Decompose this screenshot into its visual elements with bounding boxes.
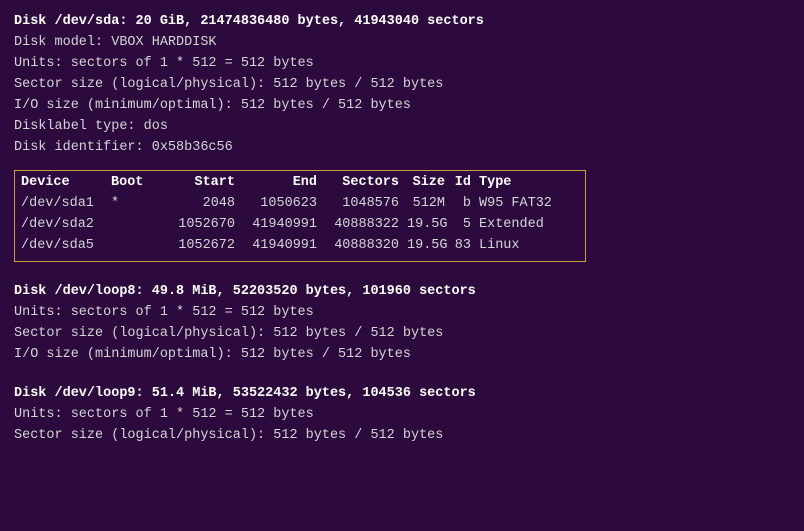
header-boot: Boot — [111, 173, 161, 194]
cell-boot: * — [111, 194, 161, 215]
cell-sectors: 1048576 — [325, 194, 407, 215]
disk-loop9-title: Disk /dev/loop9: 51.4 MiB, 53522432 byte… — [14, 384, 790, 405]
disk-loop8-io-size: I/O size (minimum/optimal): 512 bytes / … — [14, 345, 790, 366]
cell-boot — [111, 215, 161, 236]
table-row: /dev/sda2 1052670 41940991 40888322 19.5… — [21, 215, 579, 236]
disk-loop9-section: Disk /dev/loop9: 51.4 MiB, 53522432 byte… — [14, 384, 790, 447]
cell-id: 83 — [453, 236, 479, 257]
header-type: Type — [479, 173, 579, 194]
table-row: /dev/sda5 1052672 41940991 40888320 19.5… — [21, 236, 579, 257]
header-start: Start — [161, 173, 243, 194]
table-row: /dev/sda1 * 2048 1050623 1048576 512M b … — [21, 194, 579, 215]
cell-type: W95 FAT32 — [479, 194, 579, 215]
disk-loop9-units: Units: sectors of 1 * 512 = 512 bytes — [14, 405, 790, 426]
cell-id: 5 — [453, 215, 479, 236]
disk-loop8-title: Disk /dev/loop8: 49.8 MiB, 52203520 byte… — [14, 282, 790, 303]
disk-sda-units: Units: sectors of 1 * 512 = 512 bytes — [14, 54, 790, 75]
cell-end: 41940991 — [243, 215, 325, 236]
cell-start: 2048 — [161, 194, 243, 215]
disk-loop8-sector-size: Sector size (logical/physical): 512 byte… — [14, 324, 790, 345]
header-size: Size — [407, 173, 453, 194]
cell-sectors: 40888320 — [325, 236, 407, 257]
header-device: Device — [21, 173, 111, 194]
cell-end: 1050623 — [243, 194, 325, 215]
cell-device: /dev/sda1 — [21, 194, 111, 215]
cell-start: 1052670 — [161, 215, 243, 236]
cell-sectors: 40888322 — [325, 215, 407, 236]
cell-type: Extended — [479, 215, 579, 236]
disk-sda-model: Disk model: VBOX HARDDISK — [14, 33, 790, 54]
cell-size: 512M — [407, 194, 453, 215]
disk-sda-sector-size: Sector size (logical/physical): 512 byte… — [14, 75, 790, 96]
cell-end: 41940991 — [243, 236, 325, 257]
cell-start: 1052672 — [161, 236, 243, 257]
header-end: End — [243, 173, 325, 194]
disk-sda-identifier: Disk identifier: 0x58b36c56 — [14, 138, 790, 159]
cell-boot — [111, 236, 161, 257]
cell-id: b — [453, 194, 479, 215]
cell-device: /dev/sda5 — [21, 236, 111, 257]
cell-type: Linux — [479, 236, 579, 257]
disk-sda-disklabel: Disklabel type: dos — [14, 117, 790, 138]
disk-sda-title: Disk /dev/sda: 20 GiB, 21474836480 bytes… — [14, 12, 790, 33]
header-sectors: Sectors — [325, 173, 407, 194]
disk-sda-section: Disk /dev/sda: 20 GiB, 21474836480 bytes… — [14, 12, 790, 264]
disk-sda-io-size: I/O size (minimum/optimal): 512 bytes / … — [14, 96, 790, 117]
disk-loop9-sector-size: Sector size (logical/physical): 512 byte… — [14, 426, 790, 447]
partition-table: Device Boot Start End Sectors Size Id Ty… — [14, 170, 586, 262]
header-id: Id — [453, 173, 479, 194]
partition-table-header: Device Boot Start End Sectors Size Id Ty… — [21, 173, 579, 194]
cell-size: 19.5G — [407, 215, 453, 236]
disk-loop8-section: Disk /dev/loop8: 49.8 MiB, 52203520 byte… — [14, 282, 790, 366]
cell-device: /dev/sda2 — [21, 215, 111, 236]
cell-size: 19.5G — [407, 236, 453, 257]
disk-loop8-units: Units: sectors of 1 * 512 = 512 bytes — [14, 303, 790, 324]
partition-rows: /dev/sda1 * 2048 1050623 1048576 512M b … — [21, 194, 579, 257]
